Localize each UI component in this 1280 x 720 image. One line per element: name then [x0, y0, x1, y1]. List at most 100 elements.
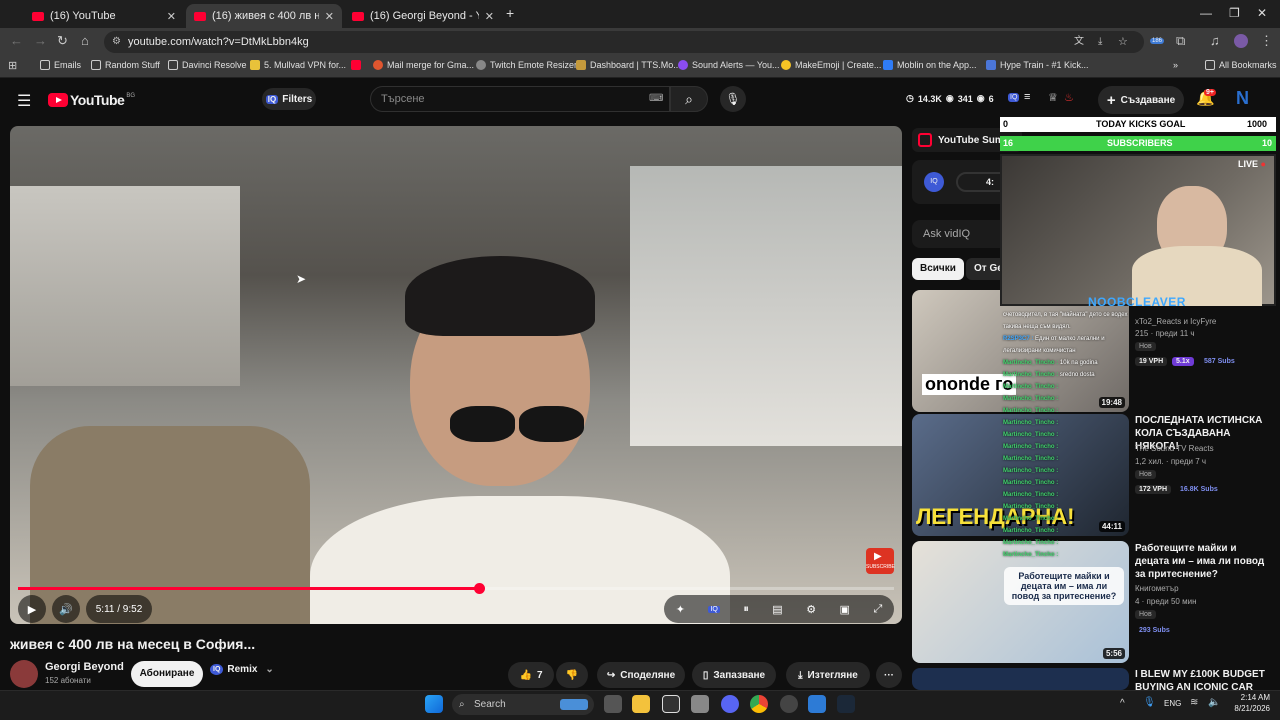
- close-window-icon[interactable]: ✕: [1257, 6, 1267, 20]
- account-avatar[interactable]: N: [1236, 88, 1249, 109]
- back-icon[interactable]: ←: [10, 33, 23, 48]
- captions-icon[interactable]: ▤: [772, 603, 782, 616]
- home-icon[interactable]: ⌂: [81, 33, 89, 48]
- menu-kebab-icon[interactable]: ⋮: [1260, 33, 1273, 49]
- app-g-icon[interactable]: [662, 695, 680, 713]
- search-input[interactable]: Търсене ⌨: [370, 86, 670, 112]
- app-icon[interactable]: [691, 695, 709, 713]
- bookmarks-overflow-icon[interactable]: »: [1173, 60, 1178, 70]
- tray-overflow-icon[interactable]: ^: [1120, 698, 1125, 709]
- site-info-icon[interactable]: ⚙: [112, 31, 121, 53]
- dislike-button[interactable]: 👎: [556, 662, 588, 688]
- steam-icon[interactable]: [837, 695, 855, 713]
- rec-title-3[interactable]: Работещите майки и децата им – има ли по…: [1135, 542, 1270, 581]
- bookmark-random-stuff[interactable]: Random Stuff: [91, 60, 160, 70]
- all-bookmarks[interactable]: All Bookmarks: [1205, 60, 1277, 70]
- restore-icon[interactable]: ❐: [1229, 6, 1240, 20]
- share-button[interactable]: ↪ Споделяне: [597, 662, 685, 688]
- bookmark-emails[interactable]: Emails: [40, 60, 81, 70]
- rec-channel-3[interactable]: Книгометър: [1135, 584, 1179, 593]
- rec-channel-1[interactable]: xTo2_Reacts и IcyFyre: [1135, 317, 1216, 326]
- download-button[interactable]: ⤓ Изтегляне: [786, 662, 870, 688]
- chrome-icon[interactable]: [750, 695, 768, 713]
- progress-scrubber[interactable]: [473, 583, 485, 594]
- bookmark-sound-alerts[interactable]: Sound Alerts — You...: [678, 60, 780, 70]
- discord-icon[interactable]: [721, 695, 739, 713]
- extensions-icon[interactable]: ⧉: [1176, 33, 1185, 49]
- mic-tray-icon[interactable]: 🎙: [1143, 697, 1156, 708]
- list-icon[interactable]: ≡: [1024, 91, 1030, 103]
- minimize-icon[interactable]: —: [1200, 6, 1212, 20]
- vidiq-filters-button[interactable]: IQ Filters: [262, 88, 316, 110]
- award-icon[interactable]: ♕: [1048, 91, 1058, 104]
- browser-tab-video[interactable]: (16) живея с 400 лв на месе ✕: [186, 4, 342, 28]
- bookmark-davinci[interactable]: Davinci Resolve: [168, 60, 247, 70]
- create-button[interactable]: + Създаване: [1098, 86, 1184, 114]
- ai-sparkle-icon[interactable]: ✦: [676, 603, 685, 616]
- alert-icon[interactable]: ♨: [1064, 91, 1074, 104]
- subscribe-watermark[interactable]: ▶ SUBSCRIBE: [866, 548, 895, 574]
- apps-grid-icon[interactable]: ⊞: [8, 59, 17, 72]
- rec-thumbnail-3[interactable]: Работещите майки и децата им – има ли по…: [912, 541, 1129, 663]
- mute-button[interactable]: 🔊: [52, 595, 80, 623]
- profile-avatar[interactable]: [1234, 34, 1248, 48]
- forward-icon[interactable]: →: [34, 33, 47, 48]
- close-tab-icon[interactable]: ✕: [325, 10, 334, 23]
- like-button[interactable]: 👍 7: [508, 662, 554, 688]
- wifi-icon[interactable]: ≋: [1190, 697, 1198, 708]
- translate-icon[interactable]: 文: [1074, 31, 1084, 53]
- obs-icon[interactable]: [780, 695, 798, 713]
- taskbar-search[interactable]: ⌕ Search: [452, 694, 594, 715]
- browser-tab-channel[interactable]: (16) Georgi Beyond - YouTube ✕: [344, 4, 502, 28]
- address-bar[interactable]: ⚙ youtube.com/watch?v=DtMkLbbn4kg 文 ⤓ ☆: [104, 31, 1144, 53]
- browser-tab-youtube[interactable]: (16) YouTube ✕: [24, 4, 184, 28]
- fullscreen-icon[interactable]: ⤢: [873, 603, 882, 616]
- chevron-down-icon[interactable]: ⌄: [265, 664, 273, 675]
- taskbar-clock[interactable]: 2:14 AM 8/21/2026: [1226, 692, 1270, 714]
- reload-icon[interactable]: ↻: [57, 33, 68, 49]
- photos-icon[interactable]: [808, 695, 826, 713]
- more-actions-button[interactable]: ···: [876, 662, 902, 688]
- vidiq-icon[interactable]: IQ: [708, 605, 720, 613]
- close-tab-icon[interactable]: ✕: [485, 10, 494, 23]
- task-view-icon[interactable]: [604, 695, 622, 713]
- bookmark-youtube[interactable]: [351, 60, 365, 70]
- save-button[interactable]: ▯ Запазване: [692, 662, 776, 688]
- vidiq-stats[interactable]: ◷ 14.3K ◉ 341 ◉ 6: [906, 93, 994, 104]
- new-tab-button[interactable]: +: [506, 5, 514, 21]
- pause-toggle-icon[interactable]: ⏸: [743, 603, 749, 616]
- bookmark-emote-resizer[interactable]: Twitch Emote Resizer: [476, 60, 577, 70]
- channel-avatar[interactable]: [10, 660, 38, 688]
- settings-gear-icon[interactable]: ⚙: [806, 603, 816, 616]
- media-icon[interactable]: ♫: [1210, 33, 1220, 48]
- language-indicator[interactable]: ENG: [1164, 699, 1181, 708]
- keyboard-icon[interactable]: ⌨: [649, 87, 663, 111]
- extension-badge[interactable]: 186: [1150, 38, 1165, 44]
- play-button[interactable]: ▶: [18, 595, 46, 623]
- bookmark-mullvad[interactable]: 5. Mullvad VPN for...: [250, 60, 346, 70]
- install-icon[interactable]: ⤓: [1098, 31, 1102, 53]
- file-explorer-icon[interactable]: [632, 695, 650, 713]
- miniplayer-icon[interactable]: ▣: [840, 603, 850, 616]
- remix-button[interactable]: IQ Remix ⌄: [210, 664, 274, 675]
- bookmark-makeemoji[interactable]: MakeEmoji | Create...: [781, 60, 881, 70]
- youtube-logo[interactable]: YouTube BG: [48, 92, 135, 108]
- subscribe-button[interactable]: Абониране: [131, 661, 203, 687]
- rec-title-4[interactable]: I BLEW MY £100K BUDGET BUYING AN ICONIC …: [1135, 668, 1270, 690]
- windows-start-icon[interactable]: [425, 695, 443, 713]
- close-tab-icon[interactable]: ✕: [167, 10, 176, 23]
- bookmark-hype-train[interactable]: Hype Train - #1 Kick...: [986, 60, 1089, 70]
- bookmark-mail-merge[interactable]: Mail merge for Gma...: [373, 60, 474, 70]
- channel-name[interactable]: Georgi Beyond: [45, 661, 124, 673]
- vidiq-icon[interactable]: IQ: [1008, 93, 1020, 102]
- voice-search-button[interactable]: 🎙: [720, 86, 746, 112]
- search-button[interactable]: ⌕: [670, 86, 708, 112]
- bookmark-star-icon[interactable]: ☆: [1118, 31, 1128, 53]
- video-player[interactable]: [10, 126, 902, 624]
- hamburger-menu-icon[interactable]: ☰: [17, 91, 31, 111]
- rec-thumbnail-4[interactable]: [912, 668, 1129, 690]
- bookmark-moblin[interactable]: Moblin on the App...: [883, 60, 977, 70]
- rec-channel-2[interactable]: The Sound TV Reacts: [1135, 444, 1214, 453]
- chip-all[interactable]: Всички: [912, 258, 964, 280]
- speaker-icon[interactable]: 🔈: [1208, 697, 1220, 708]
